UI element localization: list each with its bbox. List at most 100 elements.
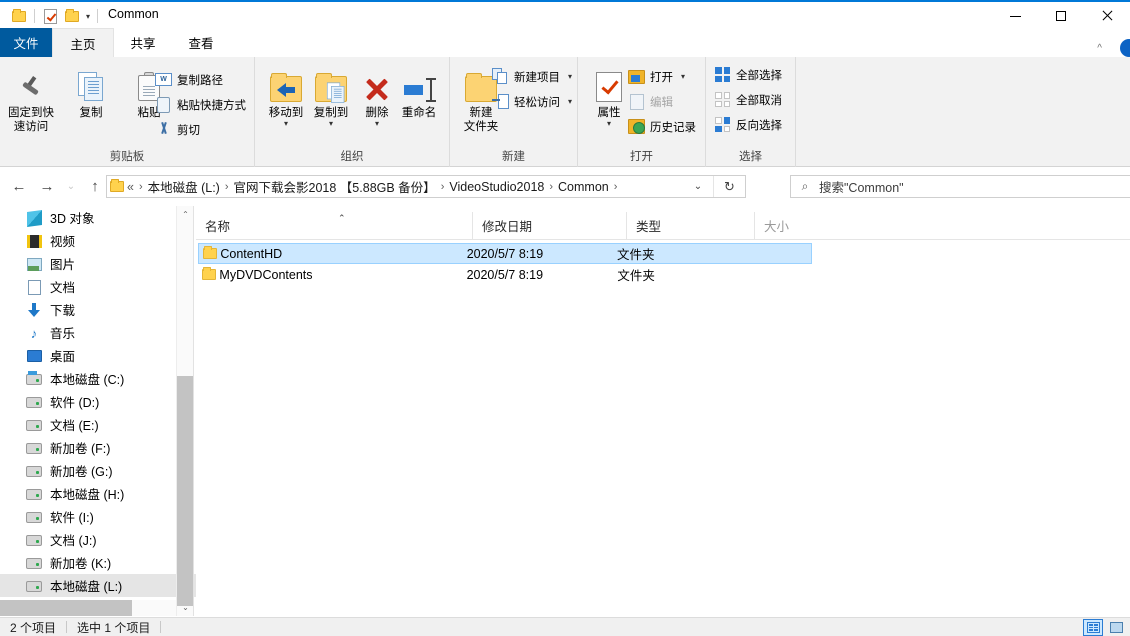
sidebar-item-desktop[interactable]: 桌面 <box>0 344 196 367</box>
sort-ascending-icon: ⌃ <box>338 213 346 223</box>
scroll-down-button[interactable]: ⌄ <box>177 599 194 616</box>
paste-shortcut-button[interactable]: 粘贴快捷方式 <box>155 96 246 113</box>
breadcrumb-overflow[interactable]: « <box>127 180 134 194</box>
column-header-name[interactable]: 名称 ⌃ <box>196 212 472 239</box>
drive-icon <box>26 417 42 433</box>
chevron-down-icon[interactable]: ▾ <box>568 97 572 106</box>
sidebar-item-pictures[interactable]: 图片 <box>0 252 196 275</box>
sidebar-item-downloads[interactable]: 下载 <box>0 298 196 321</box>
select-none-button[interactable]: 全部取消 <box>714 91 782 108</box>
recent-locations-button[interactable]: ⌄ <box>60 175 82 197</box>
copy-label: 复制 <box>79 107 103 119</box>
large-icons-view-button[interactable] <box>1106 619 1126 636</box>
properties-icon[interactable] <box>39 6 61 26</box>
scrollbar-thumb[interactable] <box>177 376 194 606</box>
rename-button[interactable]: 重命名 <box>390 62 448 120</box>
copy-icon <box>62 62 120 102</box>
scrollbar-thumb[interactable] <box>0 600 132 616</box>
copy-button[interactable]: 复制 <box>62 62 120 120</box>
sidebar-item-music[interactable]: ♪ 音乐 <box>0 321 196 344</box>
sidebar-item-drive-i[interactable]: 软件 (I:) <box>0 505 196 528</box>
scissors-icon <box>155 121 172 138</box>
column-header-type[interactable]: 类型 <box>626 212 754 239</box>
sidebar-item-label: 本地磁盘 (H:) <box>50 488 125 502</box>
forward-button[interactable]: → <box>36 175 58 197</box>
new-item-button[interactable]: 新建项目 ▾ <box>492 68 572 85</box>
pin-to-quick-access-button[interactable]: 固定到快 速访问 <box>2 62 60 134</box>
invert-selection-button[interactable]: 反向选择 <box>714 116 782 133</box>
sidebar-vertical-scrollbar[interactable]: ⌃ ⌄ <box>176 206 194 616</box>
scroll-up-button[interactable]: ⌃ <box>177 206 194 223</box>
tab-view[interactable]: 查看 <box>172 28 230 57</box>
folder-icon[interactable] <box>8 6 30 26</box>
search-box[interactable]: ⌕ 搜索"Common" <box>790 175 1130 198</box>
drive-icon <box>26 555 42 571</box>
status-bar: 2 个项目 选中 1 个项目 <box>0 617 1130 636</box>
sidebar-item-drive-g[interactable]: 新加卷 (G:) <box>0 459 196 482</box>
tab-share[interactable]: 共享 <box>114 28 172 57</box>
back-button[interactable]: ← <box>8 175 30 197</box>
sidebar-item-drive-f[interactable]: 新加卷 (F:) <box>0 436 196 459</box>
new-item-label: 新建项目 <box>514 71 560 84</box>
breadcrumb[interactable]: « › 本地磁盘 (L:) › 官网下载会影2018 【5.88GB 备份】 ›… <box>106 175 746 198</box>
minimize-button[interactable] <box>992 2 1038 30</box>
cell-date: 2020/5/7 8:19 <box>466 246 544 261</box>
breadcrumb-item-videostudio[interactable]: VideoStudio2018 <box>449 180 544 194</box>
chevron-down-icon[interactable]: ▾ <box>83 12 93 21</box>
divider <box>97 9 99 23</box>
sidebar-item-drive-c[interactable]: 本地磁盘 (C:) <box>0 367 196 390</box>
drive-icon <box>26 394 42 410</box>
sidebar-item-drive-k[interactable]: 新加卷 (K:) <box>0 551 196 574</box>
column-header-size[interactable]: 大小 <box>754 212 814 239</box>
up-button[interactable]: ↑ <box>84 175 106 197</box>
sidebar-item-drive-d[interactable]: 软件 (D:) <box>0 390 196 413</box>
breadcrumb-item-backup[interactable]: 官网下载会影2018 【5.88GB 备份】 <box>234 177 436 196</box>
breadcrumb-item-common[interactable]: Common <box>558 180 609 194</box>
cut-button[interactable]: 剪切 <box>155 121 200 138</box>
sidebar-item-3d-objects[interactable]: 3D 对象 <box>0 206 196 229</box>
cell-date: 2020/5/7 8:19 <box>466 267 544 282</box>
breadcrumb-dropdown-button[interactable]: ⌄ <box>685 176 711 197</box>
select-all-button[interactable]: 全部选择 <box>714 66 782 83</box>
details-view-button[interactable] <box>1083 619 1103 636</box>
close-button[interactable] <box>1084 2 1130 30</box>
navigation-pane[interactable]: 3D 对象 视频 图片 文档 下载 ♪ 音乐 桌面 本地磁盘 (C:) 软件 (… <box>0 206 196 616</box>
status-selection: 选中 1 个项目 <box>77 620 151 635</box>
chevron-down-icon[interactable]: ▾ <box>568 72 572 81</box>
invert-selection-label: 反向选择 <box>736 119 782 132</box>
divider <box>160 621 162 633</box>
pane-splitter[interactable] <box>193 206 194 616</box>
search-input[interactable]: 搜索"Common" <box>819 177 904 196</box>
cell-type: 文件夹 <box>617 269 655 283</box>
tab-file[interactable]: 文件 <box>0 28 52 57</box>
group-label-select: 选择 <box>739 151 762 163</box>
edit-button[interactable]: 编辑 <box>628 93 673 110</box>
table-row[interactable]: ContentHD 2020/5/7 8:19 文件夹 <box>198 243 812 264</box>
chevron-down-icon[interactable]: ▾ <box>348 120 406 128</box>
column-header-date[interactable]: 修改日期 <box>472 212 626 239</box>
sidebar-item-videos[interactable]: 视频 <box>0 229 196 252</box>
new-folder-icon[interactable] <box>61 6 83 26</box>
easy-access-label: 轻松访问 <box>514 96 560 109</box>
breadcrumb-item-drive[interactable]: 本地磁盘 (L:) <box>148 177 220 196</box>
sidebar-item-drive-h[interactable]: 本地磁盘 (H:) <box>0 482 196 505</box>
search-icon: ⌕ <box>801 179 809 193</box>
chevron-down-icon[interactable]: ▾ <box>681 72 685 81</box>
file-list-pane[interactable]: 名称 ⌃ 修改日期 类型 大小 ContentHD 2020/5/7 8:19 … <box>196 206 1130 616</box>
open-button[interactable]: 打开 ▾ <box>628 68 685 85</box>
copy-path-button[interactable]: W 复制路径 <box>155 71 223 88</box>
sidebar-item-drive-l[interactable]: 本地磁盘 (L:) <box>0 574 196 597</box>
sidebar-item-drive-j[interactable]: 文档 (J:) <box>0 528 196 551</box>
sidebar-item-drive-e[interactable]: 文档 (E:) <box>0 413 196 436</box>
history-button[interactable]: 历史记录 <box>628 118 696 135</box>
easy-access-button[interactable]: 轻松访问 ▾ <box>492 93 572 110</box>
sidebar-item-documents[interactable]: 文档 <box>0 275 196 298</box>
maximize-button[interactable] <box>1038 2 1084 30</box>
tab-home[interactable]: 主页 <box>52 28 114 57</box>
table-row[interactable]: MyDVDContents 2020/5/7 8:19 文件夹 <box>198 264 812 285</box>
refresh-button[interactable]: ↻ <box>713 176 745 197</box>
quick-access-toolbar: ▾ <box>8 6 102 26</box>
collapse-ribbon-button[interactable]: ^ <box>1097 43 1102 54</box>
sidebar-horizontal-scrollbar[interactable] <box>0 600 176 616</box>
drive-icon <box>26 440 42 456</box>
